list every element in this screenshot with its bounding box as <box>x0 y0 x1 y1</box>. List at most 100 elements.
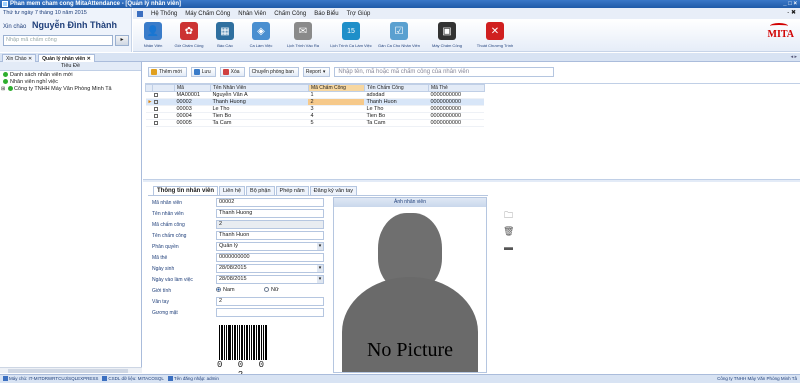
role-select[interactable]: Quản lý <box>216 242 324 251</box>
ribbon-attendance-time-button[interactable]: ✿ Giờ Chấm Công <box>171 19 207 52</box>
tab-employee-info[interactable]: Thông tin nhân viên <box>153 186 218 195</box>
cell[interactable]: adsdad <box>364 91 429 99</box>
menu-item-help[interactable]: Trợ Giúp <box>347 11 371 17</box>
face-field[interactable] <box>216 308 324 317</box>
ribbon-employee-button[interactable]: 👤 Nhân Viên <box>135 19 171 52</box>
scroll-thumb[interactable] <box>8 369 128 373</box>
column-header[interactable]: Mã Thẻ <box>427 84 485 92</box>
save-button[interactable]: Lưu <box>190 67 216 77</box>
ribbon-device-button[interactable]: ▣ Máy Chấm Công <box>423 19 471 52</box>
trash-icon[interactable]: 🗑 <box>503 226 514 236</box>
gender-male-radio[interactable]: Nam <box>216 287 235 293</box>
ribbon-exit-button[interactable]: ✕ Thoát Chương Trình <box>471 19 519 52</box>
ribbon-assign-shift-button[interactable]: ☑ Gán Ca Cho Nhân Viên <box>375 19 423 52</box>
employee-search-input[interactable]: Nhập tên, mã hoặc mã chấm công của nhân … <box>334 67 555 77</box>
checkbox-icon[interactable] <box>154 120 159 125</box>
ribbon-in-out-schedule-button[interactable]: ✉ Lịch Trình Vào Ra <box>279 19 327 52</box>
table-row[interactable]: 00004 Tien Bo 4 Tien Bo 0000000000 <box>145 112 485 120</box>
cell[interactable]: Thanh Huon <box>364 98 429 106</box>
cell[interactable]: 3 <box>308 105 365 113</box>
cell[interactable]: 0000000000 <box>428 112 485 120</box>
cell[interactable]: Tien Bo <box>364 112 429 120</box>
table-row[interactable]: 00005 Ta Cam 5 Ta Cam 0000000000 <box>145 119 485 127</box>
cell[interactable]: Le Tho <box>210 105 309 113</box>
column-header[interactable]: Tên Nhân Viên <box>209 84 309 92</box>
cell[interactable]: 0000000000 <box>428 119 485 127</box>
cell[interactable]: MA00001 <box>174 91 211 99</box>
menu-item-employee[interactable]: Nhân Viên <box>238 11 266 17</box>
attendance-search-button[interactable]: ▸ <box>115 35 129 46</box>
ribbon-report-button[interactable]: ▦ Báo Cáo <box>207 19 243 52</box>
table-row[interactable]: ► 00002 Thanh Huong 2 Thanh Huon 0000000… <box>145 98 485 106</box>
cell[interactable]: Ta Cam <box>210 119 309 127</box>
tab-scroll-arrows[interactable]: ◂ ▸ <box>791 54 797 60</box>
row-checkbox[interactable] <box>152 119 175 127</box>
column-header[interactable]: Tên Chấm Công <box>363 84 429 92</box>
tab-welcome[interactable]: Xin Chào ✕ <box>2 54 37 62</box>
card-number-field[interactable]: 0000000000 <box>216 253 324 262</box>
delete-button[interactable]: Xóa <box>219 67 245 77</box>
window-controls[interactable]: _ □ × <box>783 0 797 8</box>
checkbox-header[interactable] <box>151 84 175 92</box>
cell[interactable]: Tien Bo <box>210 112 309 120</box>
cell[interactable]: 5 <box>308 119 365 127</box>
splitter[interactable] <box>143 179 800 182</box>
row-checkbox[interactable] <box>152 105 175 113</box>
menu-item-device[interactable]: Máy Chấm Công <box>185 11 230 17</box>
cell[interactable]: Thanh Huong <box>210 98 309 106</box>
row-checkbox[interactable] <box>152 98 175 106</box>
menu-item-system[interactable]: Hệ Thống <box>151 11 177 17</box>
report-dropdown-button[interactable]: Report ▾ <box>302 67 331 77</box>
tree-item-company[interactable]: ⊞ Công ty TNHH Máy Văn Phòng Minh Tâ <box>0 86 141 92</box>
checkbox-icon[interactable] <box>154 106 159 111</box>
cell[interactable]: 00005 <box>174 119 211 127</box>
cell[interactable]: 00003 <box>174 105 211 113</box>
gender-female-radio[interactable]: Nữ <box>264 287 279 293</box>
attendance-code-input[interactable]: Nhập mã chấm công <box>3 35 113 46</box>
tab-contact[interactable]: Liên hệ <box>219 186 246 195</box>
expand-icon[interactable]: ⊞ <box>1 86 5 92</box>
transfer-department-button[interactable]: Chuyển phòng ban <box>248 67 299 77</box>
cell[interactable]: 00002 <box>174 98 211 106</box>
cell[interactable]: 1 <box>308 91 365 99</box>
cell[interactable]: 2 <box>308 98 365 106</box>
cell[interactable]: Ta Cam <box>364 119 429 127</box>
tab-annual-leave[interactable]: Phép năm <box>275 186 309 195</box>
checkbox-icon[interactable] <box>154 92 159 97</box>
cell[interactable]: 0000000000 <box>428 105 485 113</box>
start-date-picker[interactable]: 28/08/2015 <box>216 275 324 284</box>
cell[interactable]: 00004 <box>174 112 211 120</box>
add-button[interactable]: Thêm mới <box>148 67 187 77</box>
row-checkbox[interactable] <box>152 91 175 99</box>
cell[interactable]: Le Tho <box>364 105 429 113</box>
cell[interactable]: 0000000000 <box>428 91 485 99</box>
cell[interactable]: 0000000000 <box>428 98 485 106</box>
tree-item-new-employees[interactable]: Danh sách nhân viên mới <box>0 72 141 78</box>
column-header[interactable]: Mã Chấm Công <box>307 84 365 92</box>
employee-photo-panel[interactable]: Ảnh nhân viên No Picture <box>333 197 487 373</box>
cell[interactable]: Nguyễn Văn A <box>210 91 309 99</box>
tab-department[interactable]: Bộ phận <box>246 186 275 195</box>
tab-employee-management[interactable]: Quản lý nhân viên ✕ <box>38 54 95 62</box>
employee-name-field[interactable]: Thanh Huong <box>216 209 324 218</box>
open-folder-icon[interactable]: 🗀 <box>503 210 514 220</box>
tab-fingerprint[interactable]: Đăng ký vân tay <box>309 186 358 195</box>
ribbon-shift-button[interactable]: ◈ Ca Làm Việc <box>243 19 279 52</box>
column-header[interactable]: Mã <box>173 84 211 92</box>
menu-item-attendance[interactable]: Chấm Công <box>274 11 306 17</box>
table-row[interactable]: MA00001 Nguyễn Văn A 1 adsdad 0000000000 <box>145 91 485 99</box>
employee-code-field[interactable]: 00002 <box>216 198 324 207</box>
table-row[interactable]: 00003 Le Tho 3 Le Tho 0000000000 <box>145 105 485 113</box>
row-checkbox[interactable] <box>152 112 175 120</box>
cell[interactable]: 4 <box>308 112 365 120</box>
ribbon-shift-schedule-button[interactable]: 15 Lịch Trình Ca Làm Việc <box>327 19 375 52</box>
tree-horizontal-scrollbar[interactable] <box>0 367 142 373</box>
fingerprint-field[interactable]: 2 <box>216 297 324 306</box>
menu-item-report[interactable]: Báo Biểu <box>314 11 338 17</box>
camera-icon[interactable]: ▬ <box>503 242 514 252</box>
checkbox-icon[interactable] <box>154 113 159 118</box>
birth-date-picker[interactable]: 28/08/2015 <box>216 264 324 273</box>
mdi-window-controls[interactable]: - ✖ <box>787 9 796 16</box>
tree-item-resigned[interactable]: Nhân viên nghỉ việc <box>0 79 141 85</box>
checkbox-icon[interactable] <box>154 99 159 104</box>
